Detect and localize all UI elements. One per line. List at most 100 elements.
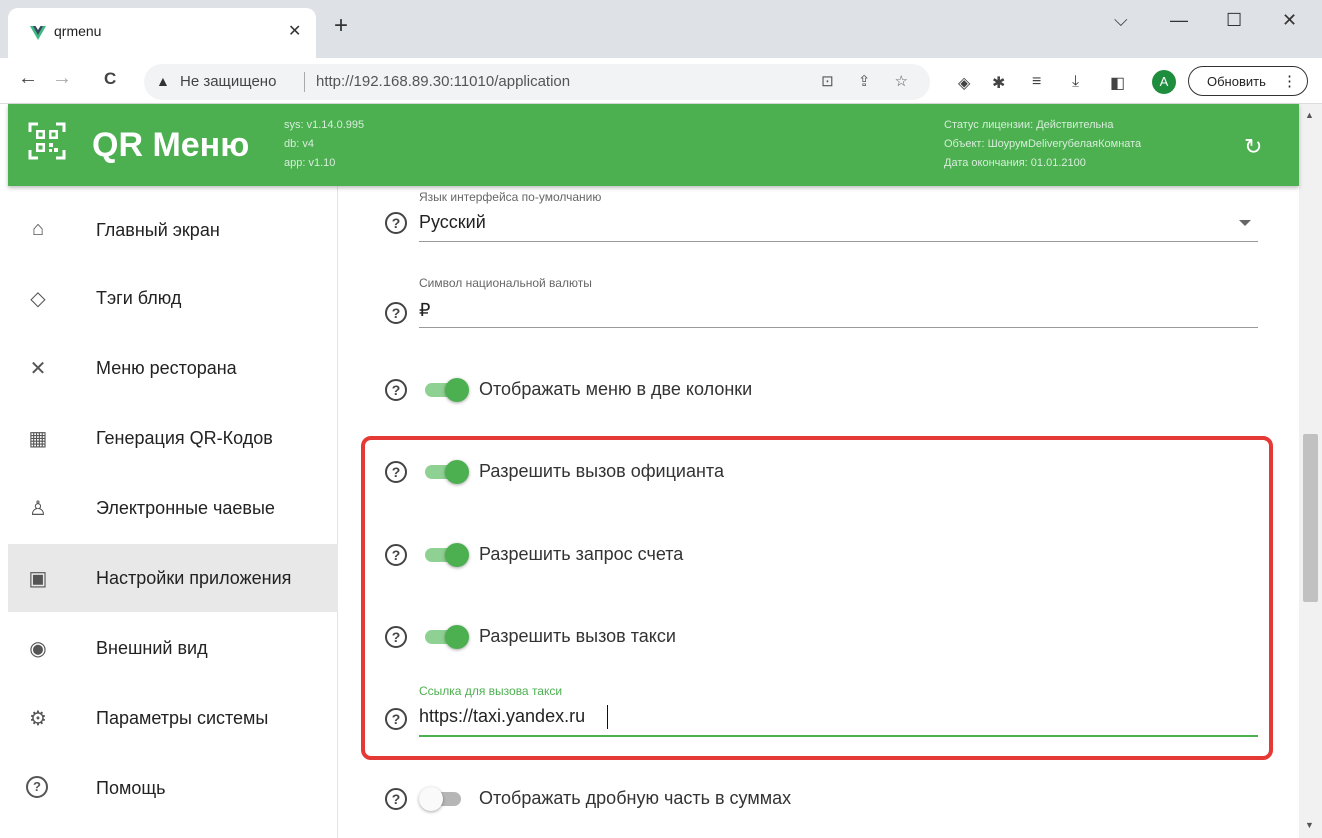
shield-extension-icon[interactable]: ◈ <box>958 73 970 93</box>
vue-favicon-icon <box>30 26 46 40</box>
currency-input[interactable]: ₽ <box>419 300 430 321</box>
browser-toolbar: ← → C ▲ Не защищено http://192.168.89.30… <box>0 58 1322 104</box>
fractional-label: Отображать дробную часть в суммах <box>479 788 792 808</box>
profile-avatar[interactable]: A <box>1152 70 1176 94</box>
scroll-up-arrow-icon[interactable]: ▲ <box>1305 110 1314 120</box>
maximize-button[interactable]: ☐ <box>1226 10 1242 31</box>
sidebar-item-label: Внешний вид <box>96 638 208 658</box>
license-status: Статус лицензии: Действительна <box>944 119 1114 131</box>
tag-icon: ◇ <box>30 288 46 310</box>
omnibox-divider <box>304 72 305 92</box>
tab-search-icon[interactable]: ⌵ <box>1114 10 1128 31</box>
two-columns-toggle[interactable] <box>423 378 471 402</box>
help-icon[interactable]: ? <box>385 379 407 401</box>
help-icon[interactable]: ? <box>385 212 407 234</box>
help-icon[interactable]: ? <box>385 708 407 730</box>
eye-icon: ◉ <box>29 638 47 660</box>
download-icon[interactable]: ⤓ <box>1072 73 1079 91</box>
fractional-toggle[interactable] <box>419 787 467 811</box>
version-sys: sys: v1.14.0.995 <box>284 119 365 131</box>
settings-content: Язык интерфейса по-умолчанию ? Русский С… <box>339 186 1299 838</box>
request-bill-label: Разрешить запрос счета <box>479 544 684 564</box>
text-caret <box>607 705 608 729</box>
toggle-knob <box>445 378 469 402</box>
update-browser-button[interactable]: Обновить ⋮ <box>1188 66 1308 96</box>
reading-list-icon[interactable]: ≡ <box>1032 73 1041 91</box>
help-icon[interactable]: ? <box>385 788 407 810</box>
side-panel-icon[interactable]: ◧ <box>1110 73 1125 93</box>
extensions-puzzle-icon[interactable]: ✱ <box>992 73 1005 93</box>
sidebar-item-tips[interactable]: ♙ Электронные чаевые <box>8 474 338 542</box>
license-expiry: Дата окончания: 01.01.2100 <box>944 157 1086 169</box>
call-waiter-label: Разрешить вызов официанта <box>479 461 724 481</box>
refresh-license-icon[interactable]: ↻ <box>1244 134 1262 160</box>
taxi-link-input[interactable]: https://taxi.yandex.ru <box>419 706 585 727</box>
version-app: app: v1.10 <box>284 157 336 169</box>
help-icon: ? <box>26 776 48 798</box>
reload-button[interactable]: C <box>104 70 116 87</box>
minimize-button[interactable]: — <box>1170 10 1188 31</box>
toggle-knob <box>445 460 469 484</box>
sidebar-item-label: Настройки приложения <box>96 568 292 588</box>
omnibox-action-icons[interactable]: ⊡ ⇪ ☆ <box>821 72 918 90</box>
sidebar-item-label: Главный экран <box>96 220 220 240</box>
address-bar[interactable]: ▲ Не защищено http://192.168.89.30:11010… <box>144 64 930 100</box>
forward-button[interactable]: → <box>52 68 72 88</box>
browser-tabbar: qrmenu ✕ + ⌵ — ☐ ✕ <box>0 0 1322 58</box>
taxi-link-label: Ссылка для вызова такси <box>419 684 563 698</box>
sidebar-item-label: Меню ресторана <box>96 358 237 378</box>
license-object: Объект: ШоурумDeliveryбелаяКомната <box>944 138 1142 150</box>
new-tab-button[interactable]: + <box>334 14 348 38</box>
sidebar-item-label: Параметры системы <box>96 708 269 728</box>
taxi-link-underline <box>419 735 1258 737</box>
back-button[interactable]: ← <box>18 68 38 88</box>
url-text[interactable]: http://192.168.89.30:11010/application <box>316 73 570 90</box>
home-icon: ⌂ <box>31 218 45 240</box>
sidebar-item-restaurant-menu[interactable]: ✕ Меню ресторана <box>8 334 338 402</box>
tip-hand-icon: ♙ <box>29 498 47 520</box>
sidebar-item-appearance[interactable]: ◉ Внешний вид <box>8 614 338 682</box>
insecure-label[interactable]: Не защищено <box>180 73 276 90</box>
sidebar-item-label: Электронные чаевые <box>96 498 275 518</box>
sidebar-item-qr-generation[interactable]: ▦ Генерация QR-Кодов <box>8 404 338 472</box>
license-info: Статус лицензии: Действительна Объект: Ш… <box>944 116 1141 173</box>
scroll-down-arrow-icon[interactable]: ▼ <box>1305 820 1314 830</box>
help-icon[interactable]: ? <box>385 544 407 566</box>
language-select[interactable]: Русский <box>419 212 486 233</box>
toggle-knob <box>445 543 469 567</box>
sidebar-item-system-params[interactable]: ⚙ Параметры системы <box>8 684 338 752</box>
help-icon[interactable]: ? <box>385 626 407 648</box>
sidebar-item-help[interactable]: ? Помощь <box>8 754 338 822</box>
page-scrollbar[interactable]: ▲ ▼ <box>1299 104 1322 838</box>
sidebar-item-label: Тэги блюд <box>96 288 182 308</box>
scroll-thumb[interactable] <box>1303 434 1318 602</box>
app-header: QR Меню sys: v1.14.0.995 db: v4 app: v1.… <box>8 104 1299 186</box>
call-taxi-toggle[interactable] <box>423 625 471 649</box>
help-icon[interactable]: ? <box>385 302 407 324</box>
currency-underline <box>419 327 1258 328</box>
tab-close-icon[interactable]: ✕ <box>288 21 301 41</box>
language-underline <box>419 241 1258 242</box>
sidebar-item-app-settings[interactable]: ▣ Настройки приложения <box>8 544 338 612</box>
call-waiter-toggle[interactable] <box>423 460 471 484</box>
currency-label: Символ национальной валюты <box>419 276 592 290</box>
browser-tab[interactable]: qrmenu ✕ <box>8 8 316 58</box>
cutlery-icon: ✕ <box>29 358 47 380</box>
qr-code-logo-icon <box>28 122 66 160</box>
tab-title: qrmenu <box>54 23 102 39</box>
close-window-button[interactable]: ✕ <box>1282 10 1297 31</box>
toggle-knob <box>445 625 469 649</box>
sidebar-item-dish-tags[interactable]: ◇ Тэги блюд <box>8 264 338 332</box>
help-icon[interactable]: ? <box>385 461 407 483</box>
chevron-down-icon[interactable] <box>1239 220 1251 226</box>
app-settings-icon: ▣ <box>28 568 48 590</box>
warning-icon[interactable]: ▲ <box>156 73 170 89</box>
sidebar-item-home[interactable]: ⌂ Главный экран <box>8 196 338 264</box>
more-menu-icon[interactable]: ⋮ <box>1282 72 1297 90</box>
call-taxi-label: Разрешить вызов такси <box>479 626 676 646</box>
version-db: db: v4 <box>284 138 314 150</box>
version-info: sys: v1.14.0.995 db: v4 app: v1.10 <box>284 116 364 173</box>
gear-icon: ⚙ <box>29 708 47 730</box>
request-bill-toggle[interactable] <box>423 543 471 567</box>
sidebar-item-label: Генерация QR-Кодов <box>96 428 273 448</box>
